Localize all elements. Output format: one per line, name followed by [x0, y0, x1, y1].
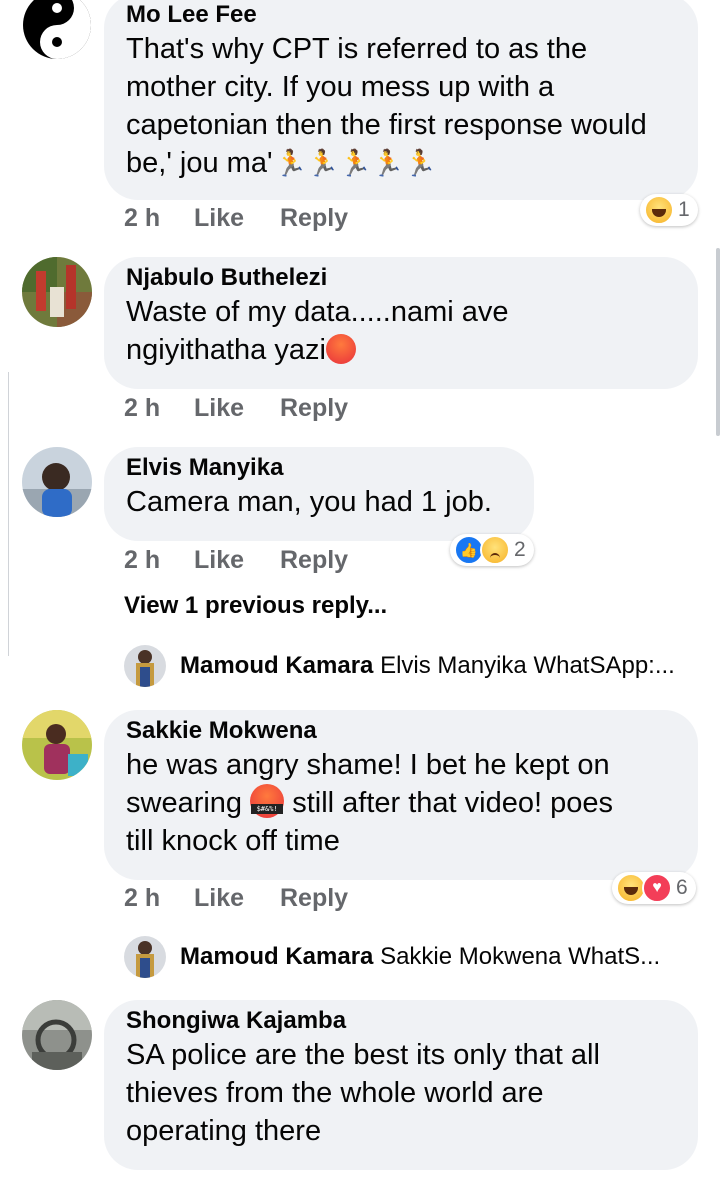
comment-text-line: till knock off time	[126, 825, 340, 857]
reply-text: Elvis Manyika WhatSApp:...	[380, 652, 675, 679]
reaction-count: 2	[514, 538, 526, 561]
comment-time[interactable]: 2 h	[124, 546, 194, 575]
avatar-sakkie-mokwena[interactable]	[22, 710, 92, 780]
love-reaction-icon: ♥	[642, 873, 672, 903]
comment-text: Camera man, you had 1 job.	[126, 486, 492, 518]
comment-author[interactable]: Sakkie Mokwena	[126, 716, 676, 746]
comment-actions: 2 h Like Reply	[124, 884, 348, 913]
avatar-mamoud-kamara[interactable]	[124, 936, 166, 978]
comment-text-line: ngiyithatha yazi	[126, 331, 676, 369]
comment-time[interactable]: 2 h	[124, 884, 194, 913]
comment-time[interactable]: 2 h	[124, 394, 194, 423]
haha-reaction-icon	[644, 195, 674, 225]
yin-yang-icon	[23, 0, 91, 59]
comment-bubble: Njabulo Buthelezi Waste of my data.....n…	[104, 257, 698, 389]
reply-author[interactable]: Mamoud Kamara	[180, 943, 373, 970]
comment-actions: 2 h Like Reply	[124, 546, 348, 575]
comment-text-body: ngiyithatha yazi	[126, 334, 326, 366]
reply-preview[interactable]: Mamoud Kamara Elvis Manyika WhatSApp:...	[180, 652, 675, 680]
comment-author[interactable]: Njabulo Buthelezi	[126, 263, 676, 293]
reaction-count: 6	[676, 876, 688, 899]
comment-text-line: SA police are the best its only that all	[126, 1039, 600, 1071]
like-button[interactable]: Like	[194, 884, 280, 913]
like-button[interactable]: Like	[194, 204, 280, 233]
avatar-shongiwa-kajamba[interactable]	[22, 1000, 92, 1070]
comment-bubble: Mo Lee Fee That's why CPT is referred to…	[104, 0, 698, 200]
reply-button[interactable]: Reply	[280, 204, 348, 233]
comment-author[interactable]: Elvis Manyika	[126, 453, 512, 483]
sad-reaction-icon	[480, 535, 510, 565]
comment-actions: 2 h Like Reply	[124, 204, 348, 233]
like-button[interactable]: Like	[194, 394, 280, 423]
comment-actions: 2 h Like Reply	[124, 394, 348, 423]
comment-text-body: still after that video! poes	[292, 787, 613, 819]
reaction-summary[interactable]: ♥ 6	[612, 872, 696, 904]
reply-button[interactable]: Reply	[280, 546, 348, 575]
avatar-mamoud-kamara[interactable]	[124, 645, 166, 687]
comment-text-line: Waste of my data.....nami ave	[126, 296, 509, 328]
reply-text: Sakkie Mokwena WhatS...	[380, 943, 661, 970]
panel-edge	[0, 372, 9, 656]
avatar-mo-lee-fee[interactable]	[22, 0, 92, 60]
comment-author[interactable]: Shongiwa Kajamba	[126, 1006, 676, 1036]
reply-button[interactable]: Reply	[280, 394, 348, 423]
comment-bubble: Shongiwa Kajamba SA police are the best …	[104, 1000, 698, 1170]
comment-text-line: he was angry shame! I bet he kept on	[126, 749, 610, 781]
reaction-summary[interactable]: 1	[640, 194, 698, 226]
comment-text: That's why CPT is referred to as the mot…	[126, 30, 676, 182]
comment-text-line: operating there	[126, 1115, 322, 1147]
reply-author[interactable]: Mamoud Kamara	[180, 652, 373, 679]
reply-button[interactable]: Reply	[280, 884, 348, 913]
cursing-emoji-icon	[250, 784, 285, 818]
comment-bubble: Elvis Manyika Camera man, you had 1 job.	[104, 447, 534, 541]
avatar-njabulo-buthelezi[interactable]	[22, 257, 92, 327]
scrollbar[interactable]	[716, 248, 720, 436]
running-emoji: 🏃🏃🏃🏃🏃	[274, 148, 437, 178]
angry-emoji-icon	[325, 334, 356, 364]
avatar-photo-icon	[22, 710, 92, 780]
avatar-photo-icon	[22, 447, 92, 517]
comment-text-line: swearing still after that video! poes	[126, 784, 676, 822]
avatar-elvis-manyika[interactable]	[22, 447, 92, 517]
reaction-summary[interactable]: 👍 2	[450, 534, 534, 566]
reaction-count: 1	[678, 198, 690, 221]
comment-text-body: swearing	[126, 787, 243, 819]
like-button[interactable]: Like	[194, 546, 280, 575]
avatar-photo-icon	[124, 645, 166, 687]
comment-author[interactable]: Mo Lee Fee	[126, 0, 676, 30]
avatar-photo-icon	[22, 1000, 92, 1070]
view-previous-replies-link[interactable]: View 1 previous reply...	[124, 592, 387, 620]
avatar-photo-icon	[22, 257, 92, 327]
comment-bubble: Sakkie Mokwena he was angry shame! I bet…	[104, 710, 698, 880]
comment-text-line: thieves from the whole world are	[126, 1077, 544, 1109]
comment-time[interactable]: 2 h	[124, 204, 194, 233]
reply-preview[interactable]: Mamoud Kamara Sakkie Mokwena WhatS...	[180, 943, 660, 971]
avatar-photo-icon	[124, 936, 166, 978]
